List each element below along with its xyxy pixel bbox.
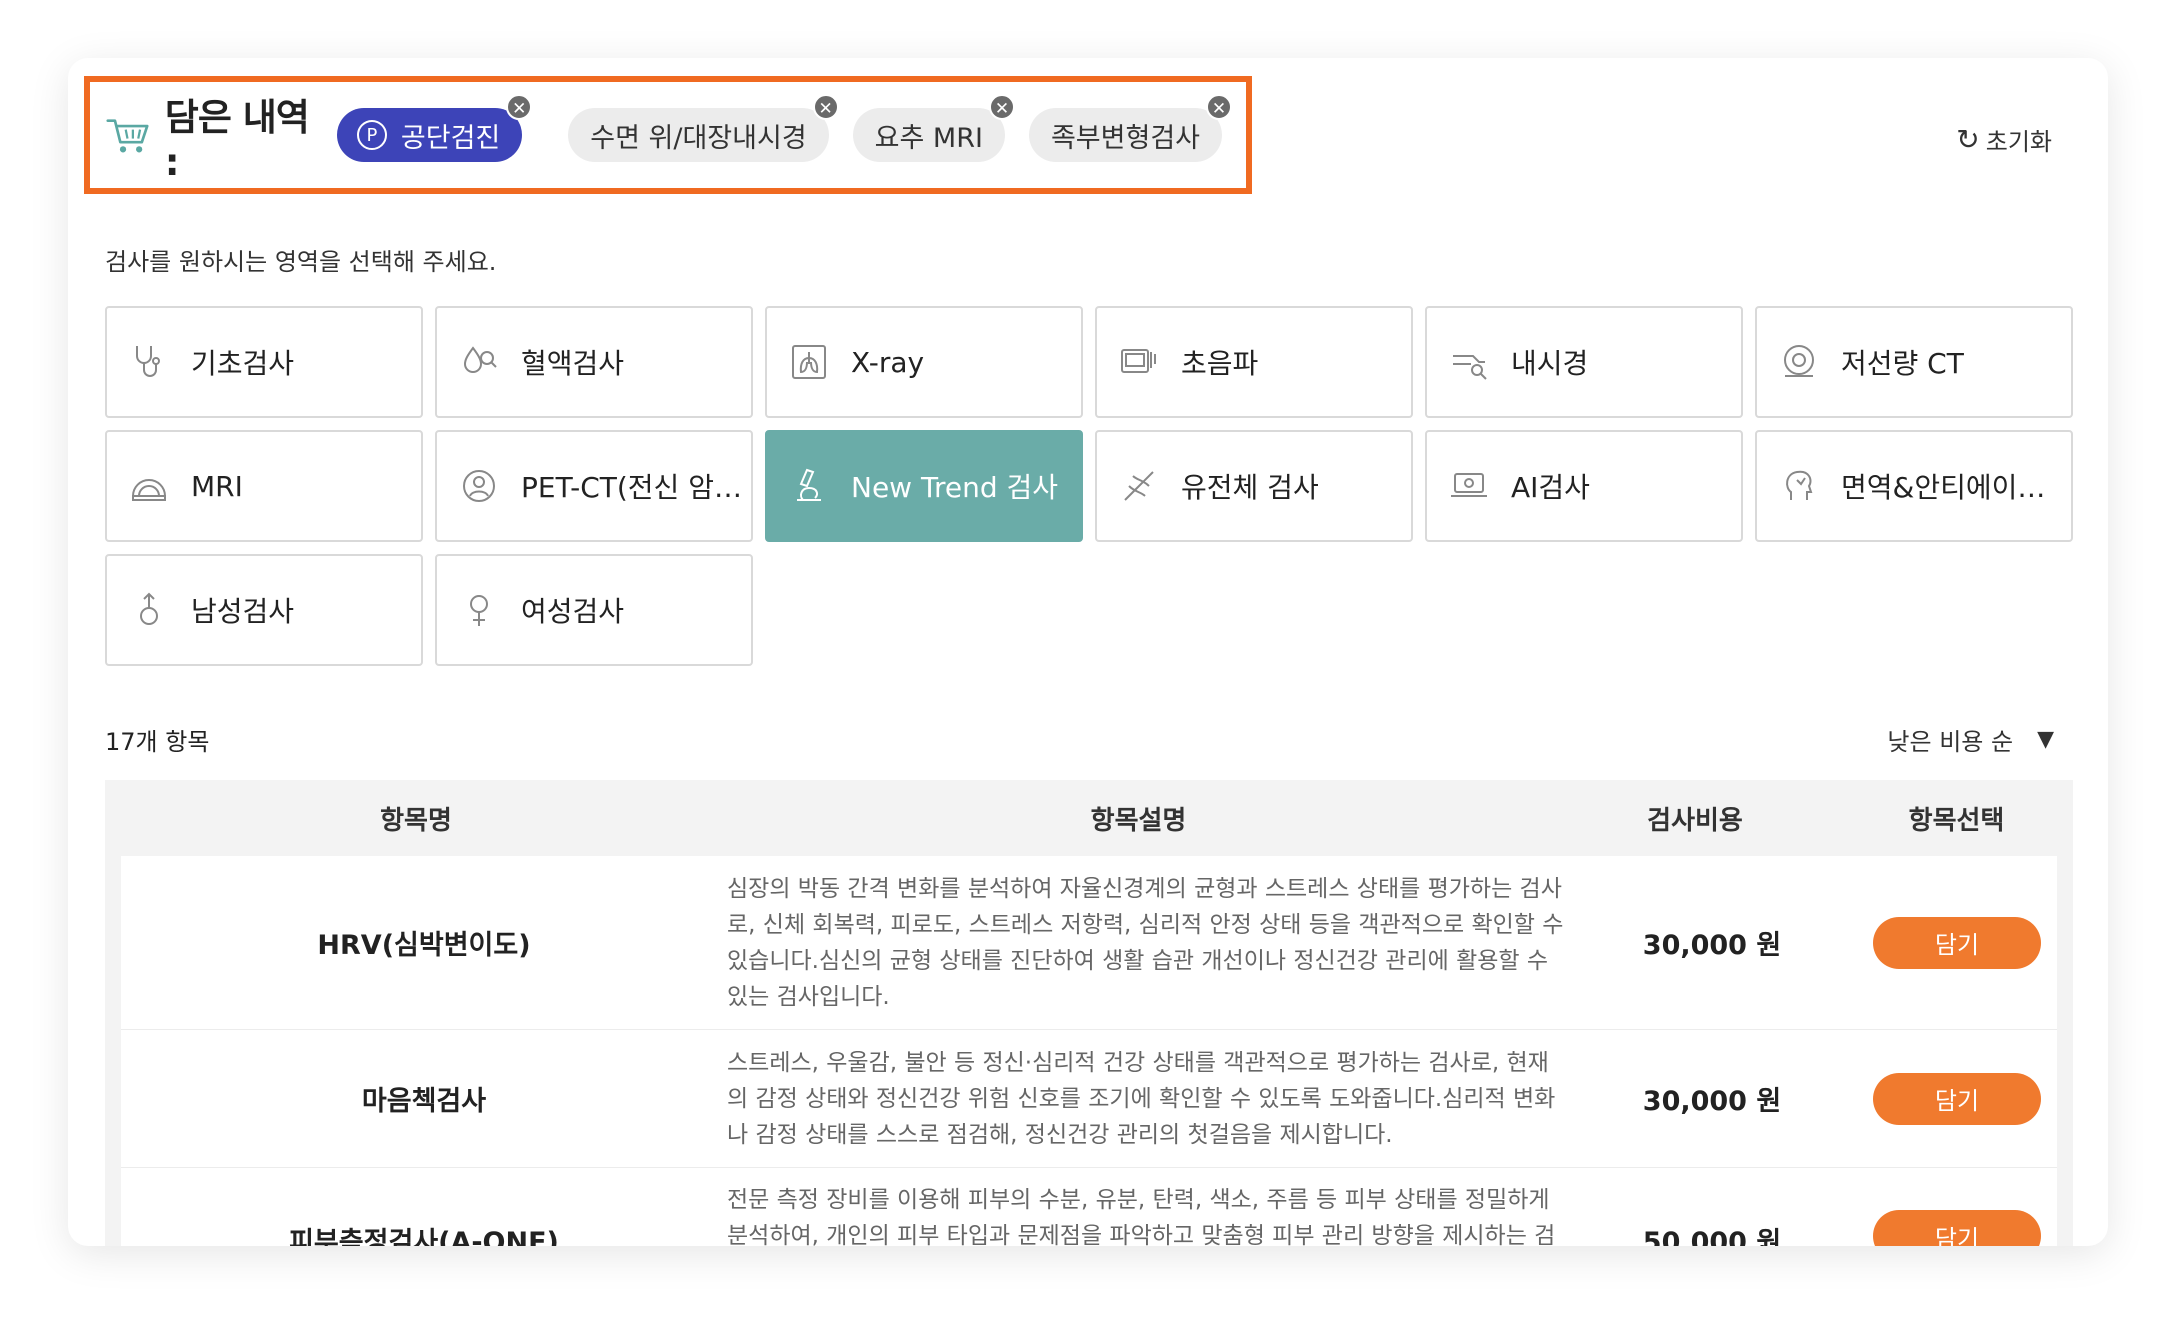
category-genome[interactable]: 유전체 검사 [1095, 430, 1413, 542]
cart-chip-public-checkup[interactable]: P 공단검진 ✕ [336, 94, 533, 162]
category-immune-antiaging[interactable]: 면역&안티에이… [1755, 430, 2073, 542]
header-price: 검사비용 [1647, 805, 1743, 836]
pet-ct-icon [463, 470, 495, 502]
category-grid: 기초검사 혈액검사 X-ray 초음파 내시경 저선량 CT MRI PET-C… [105, 306, 2073, 666]
refresh-icon: ↻ [1956, 123, 1980, 156]
category-label: AI검사 [1511, 471, 1590, 504]
cart-summary: 담은 내역 : P 공단검진 ✕ 수면 위/대장내시경 ✕ 요추 MRI ✕ 족… [84, 76, 1252, 194]
mri-icon [132, 479, 166, 501]
immune-head-icon [1786, 470, 1813, 500]
cart-chip-foot-deformity[interactable]: 족부변형검사 ✕ [1028, 94, 1232, 162]
reset-label: 초기화 [1985, 128, 2052, 156]
category-new-trend[interactable]: New Trend 검사 [765, 430, 1083, 542]
category-mri[interactable]: MRI [105, 430, 423, 542]
category-low-dose-ct[interactable]: 저선량 CT [1755, 306, 2073, 418]
stethoscope-icon [136, 346, 160, 377]
cart-chip-lumbar-mri[interactable]: 요추 MRI ✕ [852, 94, 1015, 162]
table-row: 마음첵검사 스트레스, 우울감, 불안 등 정신·심리적 건강 상태를 객관적으… [121, 1030, 2057, 1168]
item-price: 50,000 원 [1642, 1227, 1782, 1246]
item-select: 담기 [1857, 916, 2057, 969]
category-label: X-ray [851, 345, 925, 379]
cart-chip-label: 공단검진 [400, 122, 501, 154]
item-desc: 심장의 박동 간격 변화를 분석하여 자율신경계의 균형과 스트레스 상태를 평… [727, 875, 1564, 1010]
test-selection-panel: 담은 내역 : P 공단검진 ✕ 수면 위/대장내시경 ✕ 요추 MRI ✕ 족… [68, 58, 2108, 1246]
remove-chip-icon[interactable]: ✕ [812, 94, 839, 120]
category-label: 내시경 [1511, 347, 1589, 380]
category-label: 혈액검사 [521, 347, 625, 380]
category-guide-text: 검사를 원하시는 영역을 선택해 주세요. [105, 248, 497, 276]
item-name: 마음첵검사 [361, 1086, 487, 1117]
public-badge-icon: P [356, 120, 387, 150]
ultrasound-icon [1121, 349, 1156, 373]
sort-label: 낮은 비용 순 [1887, 728, 2014, 756]
cart-chip-endoscopy[interactable]: 수면 위/대장내시경 ✕ [568, 94, 839, 162]
header-name: 항목명 [380, 805, 452, 836]
category-label: 면역&안티에이… [1841, 471, 2046, 504]
category-label: 남성검사 [191, 595, 295, 628]
item-name: HRV(심박변이도) [317, 930, 531, 961]
female-icon [470, 595, 488, 626]
category-label: 유전체 검사 [1181, 471, 1319, 504]
item-price: 30,000 원 [1642, 930, 1782, 961]
category-endoscopy[interactable]: 내시경 [1425, 306, 1743, 418]
ct-scanner-icon [1784, 345, 1814, 377]
table-row: HRV(심박변이도) 심장의 박동 간격 변화를 분석하여 자율신경계의 균형과… [121, 856, 2057, 1030]
item-select: 담기 [1857, 1168, 2057, 1246]
sort-dropdown[interactable]: 낮은 비용 순 ▼ [1887, 722, 2054, 757]
category-label: 여성검사 [521, 595, 625, 628]
item-select: 담기 [1857, 1072, 2057, 1125]
category-pet-ct[interactable]: PET-CT(전신 암… [435, 430, 753, 542]
add-to-cart-button[interactable]: 담기 [1873, 916, 2041, 969]
category-label: MRI [191, 469, 243, 503]
category-label: 초음파 [1181, 347, 1259, 380]
header-select: 항목선택 [1908, 805, 2005, 836]
item-desc: 스트레스, 우울감, 불안 등 정신·심리적 건강 상태를 객관적으로 평가하는… [727, 1049, 1556, 1148]
dna-icon [1124, 471, 1154, 501]
cart-chip-label: 요추 MRI [874, 122, 983, 154]
endoscope-icon [1453, 355, 1487, 380]
category-basic[interactable]: 기초검사 [105, 306, 423, 418]
category-blood[interactable]: 혈액검사 [435, 306, 753, 418]
category-label: New Trend 검사 [851, 471, 1059, 504]
category-label: PET-CT(전신 암… [521, 471, 742, 504]
male-icon [140, 592, 158, 625]
category-ultrasound[interactable]: 초음파 [1095, 306, 1413, 418]
header-desc: 항목설명 [1090, 805, 1187, 836]
cart-icon [106, 119, 149, 153]
category-label: 기초검사 [191, 347, 295, 380]
remove-chip-icon[interactable]: ✕ [1206, 94, 1232, 120]
ai-laptop-icon [1451, 473, 1487, 497]
category-male[interactable]: 남성검사 [105, 554, 423, 666]
remove-chip-icon[interactable]: ✕ [506, 94, 533, 120]
table-row: 피부측정검사(A-ONE) 전문 측정 장비를 이용해 피부의 수분, 유분, … [121, 1168, 2057, 1246]
category-ai[interactable]: AI검사 [1425, 430, 1743, 542]
item-desc: 전문 측정 장비를 이용해 피부의 수분, 유분, 탄력, 색소, 주름 등 피… [727, 1187, 1556, 1246]
cart-chip-label: 수면 위/대장내시경 [590, 122, 807, 154]
microscope-icon [797, 468, 821, 501]
add-to-cart-button[interactable]: 담기 [1873, 1072, 2041, 1125]
item-count: 17개 항목 [105, 728, 210, 756]
table-header: 항목명 항목설명 검사비용 항목선택 [105, 780, 2073, 856]
category-xray[interactable]: X-ray [765, 306, 1083, 418]
blood-test-icon [463, 346, 497, 373]
reset-button[interactable]: ↻ 초기화 [1956, 122, 2052, 157]
caret-down-icon: ▼ [2037, 727, 2054, 752]
item-price: 30,000 원 [1642, 1086, 1782, 1117]
item-name: 피부측정검사(A-ONE) [289, 1227, 559, 1246]
test-items-table: 항목명 항목설명 검사비용 항목선택 HRV(심박변이도) 심장의 박동 간격 … [105, 780, 2073, 1246]
remove-chip-icon[interactable]: ✕ [988, 94, 1015, 120]
add-to-cart-button[interactable]: 담기 [1873, 1210, 2041, 1246]
cart-chip-label: 족부변형검사 [1050, 122, 1200, 154]
category-female[interactable]: 여성검사 [435, 554, 753, 666]
cart-title: 담은 내역 : [164, 95, 310, 184]
table-body: HRV(심박변이도) 심장의 박동 간격 변화를 분석하여 자율신경계의 균형과… [121, 856, 2057, 1246]
category-label: 저선량 CT [1841, 347, 1964, 380]
xray-lungs-icon [792, 345, 826, 379]
